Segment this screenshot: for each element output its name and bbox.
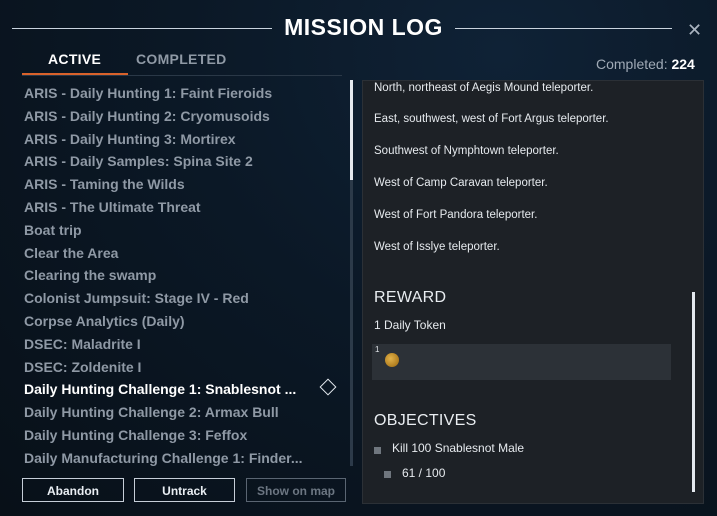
- quest-item[interactable]: ARIS - Taming the Wilds: [24, 173, 334, 196]
- objective-text: Kill 100 Snablesnot Male: [392, 441, 525, 455]
- quest-item[interactable]: ARIS - Daily Hunting 3: Mortirex: [24, 128, 334, 151]
- quest-item[interactable]: Clear the Area: [24, 242, 334, 265]
- objectives-heading: OBJECTIVES: [374, 412, 477, 429]
- quest-item[interactable]: Colonist Jumpsuit: Stage IV - Red: [24, 287, 334, 310]
- title-divider-right: [455, 28, 672, 29]
- reward-quantity: 1: [375, 345, 380, 354]
- location-text: West of Camp Caravan teleporter.: [374, 177, 548, 189]
- progress-bullet-icon: [384, 471, 391, 478]
- active-tab-indicator: [22, 73, 128, 75]
- quest-item[interactable]: ARIS - The Ultimate Threat: [24, 196, 334, 219]
- objective-progress: 61 / 100: [402, 466, 446, 480]
- completed-count: 224: [671, 56, 695, 72]
- show-on-map-button[interactable]: Show on map: [246, 478, 346, 502]
- tabs-divider: [22, 75, 342, 76]
- quest-item[interactable]: ARIS - Daily Hunting 2: Cryomusoids: [24, 105, 334, 128]
- reward-heading: REWARD: [374, 289, 447, 306]
- completed-label: Completed:: [596, 56, 668, 72]
- close-icon[interactable]: ✕: [687, 21, 702, 39]
- quest-list-scrollbar-thumb[interactable]: [350, 80, 353, 180]
- location-text: North, northeast of Aegis Mound teleport…: [374, 82, 594, 94]
- untrack-button[interactable]: Untrack: [134, 478, 235, 502]
- quest-item[interactable]: DSEC: Maladrite I: [24, 333, 334, 356]
- tab-active[interactable]: ACTIVE: [48, 51, 101, 67]
- objective-bullet-icon: [374, 447, 381, 454]
- abandon-button[interactable]: Abandon: [22, 478, 124, 502]
- quest-item[interactable]: Clearing the swamp: [24, 264, 334, 287]
- location-text: Southwest of Nymphtown teleporter.: [374, 145, 559, 157]
- detail-scrollbar-thumb[interactable]: [692, 292, 695, 492]
- quest-item[interactable]: DSEC: Zoldenite I: [24, 356, 334, 379]
- title-divider-left: [12, 28, 272, 29]
- quest-item[interactable]: ARIS - Daily Hunting 1: Faint Fieroids: [24, 82, 334, 105]
- location-text: West of Fort Pandora teleporter.: [374, 209, 538, 221]
- daily-token-icon: [385, 353, 399, 367]
- quest-item[interactable]: Boat trip: [24, 219, 334, 242]
- quest-item[interactable]: ARIS - Daily Samples: Spina Site 2: [24, 150, 334, 173]
- tab-completed[interactable]: COMPLETED: [136, 51, 227, 67]
- completed-counter: Completed: 224: [596, 56, 695, 72]
- quest-item[interactable]: Daily Hunting Challenge 2: Armax Bull: [24, 401, 334, 424]
- quest-item[interactable]: Daily Hunting Challenge 3: Feffox: [24, 424, 334, 447]
- quest-item[interactable]: Corpse Analytics (Daily): [24, 310, 334, 333]
- location-text: West of Isslye teleporter.: [374, 241, 500, 253]
- mission-detail-panel: North, northeast of Aegis Mound teleport…: [362, 80, 704, 504]
- reward-slot[interactable]: 1: [372, 344, 671, 380]
- page-title: MISSION LOG: [284, 14, 443, 40]
- location-text: East, southwest, west of Fort Argus tele…: [374, 113, 609, 125]
- reward-description: 1 Daily Token: [374, 318, 446, 332]
- title-bar: MISSION LOG: [0, 14, 717, 44]
- quest-list: ARIS - Daily Hunting 1: Faint Fieroids A…: [24, 82, 334, 470]
- quest-item[interactable]: Daily Manufacturing Challenge 1: Finder.…: [24, 447, 334, 470]
- quest-item-selected[interactable]: Daily Hunting Challenge 1: Snablesnot ..…: [24, 378, 334, 401]
